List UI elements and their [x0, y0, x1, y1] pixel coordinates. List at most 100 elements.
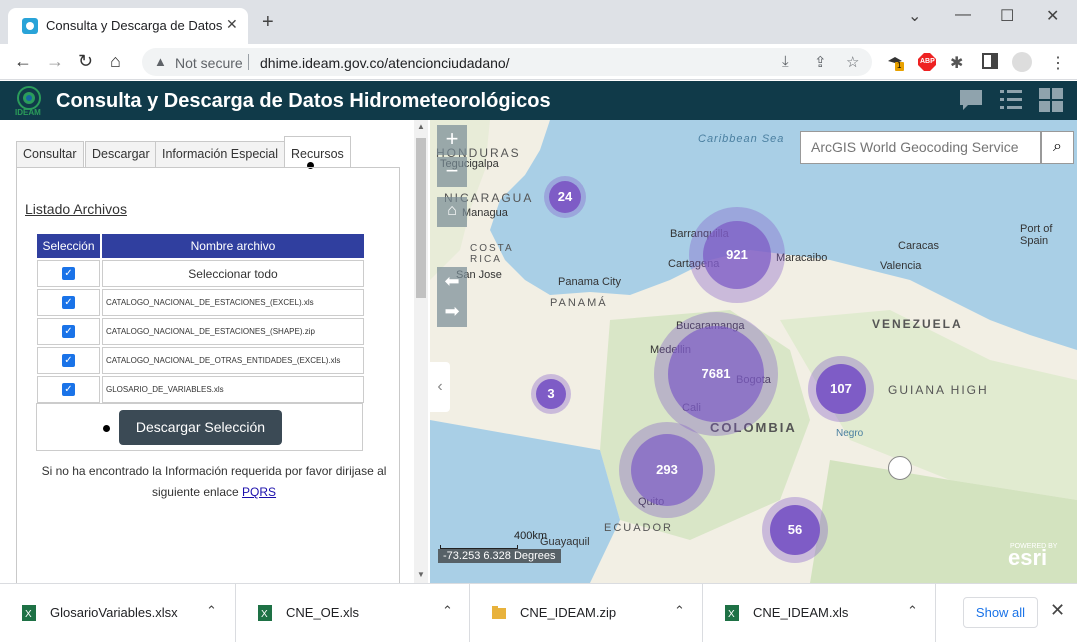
- map-label: VENEZUELA: [872, 317, 963, 331]
- maximize-icon[interactable]: ☐: [1000, 6, 1014, 26]
- map-label: Port of Spain: [1020, 223, 1053, 247]
- station-cluster[interactable]: 921: [689, 207, 785, 303]
- bookmark-star-icon[interactable]: ☆: [846, 53, 859, 71]
- file-name: CATALOGO_NACIONAL_DE_ESTACIONES_(EXCEL).…: [102, 289, 364, 316]
- file-checkbox[interactable]: ✓: [62, 354, 75, 367]
- excel-icon: X: [725, 605, 739, 621]
- select-all-checkbox[interactable]: ✓: [62, 267, 75, 280]
- side-panel: Consultar Descargar Información Especial…: [0, 120, 430, 583]
- location-marker[interactable]: [888, 456, 912, 480]
- geocoder-search[interactable]: [800, 131, 1041, 164]
- home-extent-icon[interactable]: ⌂: [437, 197, 467, 227]
- forward-icon[interactable]: →: [46, 51, 64, 72]
- col-nombre-header: Nombre archivo: [102, 234, 364, 258]
- home-icon[interactable]: ⌂: [110, 51, 121, 72]
- chevron-up-icon[interactable]: ⌃: [442, 603, 453, 619]
- chevron-up-icon[interactable]: ⌃: [206, 603, 217, 619]
- station-cluster[interactable]: 293: [619, 422, 715, 518]
- panel-scrollbar[interactable]: ▲ ▼: [414, 120, 428, 583]
- search-input[interactable]: [811, 132, 1031, 162]
- map-label: Panama City: [558, 276, 621, 288]
- url-text[interactable]: dhime.ideam.gov.co/atencionciudadano/: [260, 55, 510, 71]
- search-icon[interactable]: ⌕: [1041, 131, 1074, 164]
- browser-tab[interactable]: Consulta y Descarga de Datos Hi ✕: [8, 8, 248, 44]
- adblock-icon[interactable]: ABP: [918, 53, 936, 71]
- cluster-count: 107: [816, 364, 866, 414]
- station-cluster[interactable]: 3: [531, 374, 571, 414]
- next-extent-icon[interactable]: ➡: [437, 297, 467, 327]
- scale-label: 400km: [514, 530, 548, 542]
- file-checkbox[interactable]: ✓: [62, 325, 75, 338]
- chevron-up-icon[interactable]: ⌃: [674, 603, 685, 619]
- file-name: CATALOGO_NACIONAL_DE_OTRAS_ENTIDADES_(EX…: [102, 347, 364, 374]
- back-icon[interactable]: ←: [14, 51, 32, 72]
- minimize-icon[interactable]: —: [955, 6, 971, 24]
- reload-icon[interactable]: ↻: [78, 51, 93, 72]
- grid-icon[interactable]: [1038, 87, 1064, 113]
- download-box: Descargar Selección: [36, 403, 363, 451]
- share-icon[interactable]: ⇪: [814, 53, 827, 71]
- cursor-dot: [103, 425, 110, 432]
- tab-consultar[interactable]: Consultar: [16, 141, 84, 167]
- site-favicon-icon: [22, 18, 38, 34]
- cluster-count: 24: [549, 181, 581, 213]
- more-menu-icon[interactable]: ⋮: [1050, 53, 1068, 72]
- station-cluster[interactable]: 107: [808, 356, 874, 422]
- close-window-icon[interactable]: ✕: [1046, 6, 1059, 26]
- download-selection-button[interactable]: Descargar Selección: [119, 410, 282, 445]
- close-downloads-icon[interactable]: ✕: [1050, 600, 1065, 621]
- zoom-in-icon[interactable]: +: [437, 125, 467, 155]
- extension-badge-count: 1: [897, 61, 902, 70]
- chevron-up-icon[interactable]: ⌃: [907, 603, 918, 619]
- file-checkbox[interactable]: ✓: [62, 296, 75, 309]
- info-text: Si no ha encontrado la Información reque…: [41, 464, 387, 499]
- profile-avatar-icon[interactable]: [1012, 52, 1032, 72]
- coordinate-readout: -73.253 6.328 Degrees: [438, 549, 561, 563]
- station-cluster[interactable]: 24: [544, 176, 586, 218]
- not-secure-label[interactable]: Not secure: [175, 55, 243, 71]
- map-label: Caracas: [898, 240, 939, 252]
- file-checkbox[interactable]: ✓: [62, 383, 75, 396]
- list-icon[interactable]: [998, 87, 1024, 113]
- tab-informacion-especial[interactable]: Información Especial: [155, 141, 286, 167]
- close-tab-icon[interactable]: ✕: [226, 16, 238, 33]
- scroll-up-icon[interactable]: ▲: [417, 122, 425, 131]
- tab-descargar[interactable]: Descargar: [85, 141, 157, 167]
- cluster-count: 293: [631, 434, 703, 506]
- download-item[interactable]: CNE_IDEAM.zip ⌃: [470, 584, 703, 642]
- previous-extent-icon[interactable]: ⬅: [437, 267, 467, 297]
- map-label: Guayaquil: [540, 536, 590, 548]
- station-cluster[interactable]: 56: [762, 497, 828, 563]
- tab-search-chevron-icon[interactable]: ⌄: [908, 6, 921, 26]
- info-text-block: Si no ha encontrado la Información reque…: [36, 461, 392, 503]
- map-label: Caribbean Sea: [698, 133, 785, 145]
- download-item[interactable]: X GlosarioVariables.xlsx ⌃: [0, 584, 236, 642]
- station-cluster[interactable]: 7681: [654, 312, 778, 436]
- esri-logo[interactable]: esri: [1008, 545, 1047, 571]
- extension-badge-icon[interactable]: 1: [886, 53, 904, 71]
- pqrs-link[interactable]: PQRS: [242, 485, 276, 499]
- download-item[interactable]: X CNE_OE.xls ⌃: [236, 584, 470, 642]
- cluster-count: 56: [770, 505, 820, 555]
- scroll-down-icon[interactable]: ▼: [417, 570, 425, 579]
- collapse-panel-icon[interactable]: ‹: [430, 362, 450, 412]
- download-icon[interactable]: ⤓: [782, 53, 789, 70]
- listado-archivos-title: Listado Archivos: [25, 201, 127, 217]
- download-item[interactable]: X CNE_IDEAM.xls ⌃: [703, 584, 936, 642]
- side-panel-icon[interactable]: [982, 53, 1000, 71]
- scroll-thumb[interactable]: [416, 138, 426, 298]
- page-title: Consulta y Descarga de Datos Hidrometeor…: [56, 90, 551, 112]
- show-all-button[interactable]: Show all: [963, 597, 1038, 628]
- table-row: ✓ GLOSARIO_DE_VARIABLES.xls: [37, 376, 364, 403]
- zoom-out-icon[interactable]: −: [437, 157, 467, 187]
- warning-icon[interactable]: ▲: [154, 54, 167, 69]
- chat-icon[interactable]: [958, 87, 984, 113]
- tab-recursos[interactable]: Recursos: [284, 136, 351, 168]
- address-bar[interactable]: ▲ Not secure dhime.ideam.gov.co/atencion…: [142, 48, 872, 76]
- map-view[interactable]: Caribbean Sea HONDURAS Tegucigalpa NICAR…: [430, 120, 1077, 583]
- new-tab-icon[interactable]: +: [262, 12, 274, 32]
- extensions-puzzle-icon[interactable]: ✱: [950, 53, 968, 72]
- svg-text:X: X: [728, 609, 735, 620]
- excel-icon: X: [22, 605, 36, 621]
- map-label: COSTA RICA: [470, 243, 514, 265]
